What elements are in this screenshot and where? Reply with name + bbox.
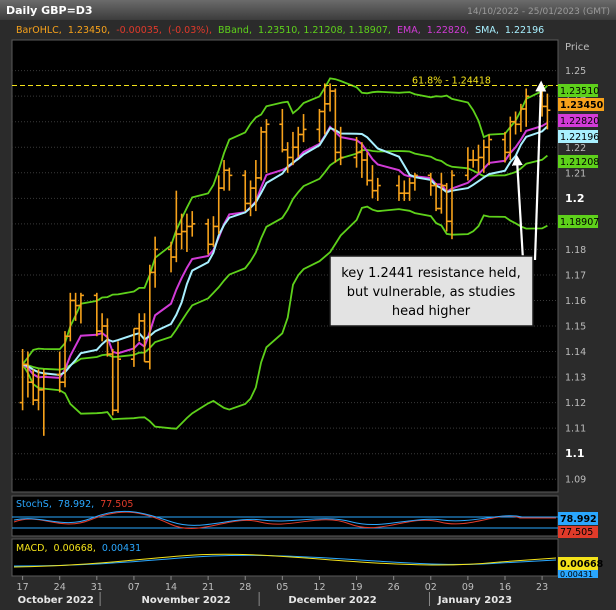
chart-title: Daily GBP=D3 — [6, 4, 93, 17]
x-tick-label: 24 — [54, 582, 66, 593]
tag-close: 1.23450 — [560, 100, 604, 111]
indicator-legend: BarOHLC, 1.23450, -0.00035, (-0.03%), BB… — [16, 25, 544, 36]
x-month-label: December 2022 — [288, 595, 376, 606]
fib-level-label: 61.8% - 1.24418 — [412, 76, 491, 87]
legend-bar-change: -0.00035, — [116, 25, 162, 36]
y-tick-label: 1.22 — [565, 143, 586, 154]
y-tick-label: 1.2 — [565, 192, 585, 205]
legend-bar-name: BarOHLC, — [16, 25, 62, 36]
y-tick-label: 1.17 — [565, 270, 586, 281]
y-tick-label: 1.25 — [565, 66, 586, 77]
x-tick-label: 23 — [536, 582, 548, 593]
x-month-label: October 2022 — [18, 595, 94, 606]
macd-legend-signal: 0.00431 — [102, 543, 141, 554]
y-tick-label: 1.14 — [565, 347, 586, 358]
y-tick-label: 1.21 — [565, 168, 586, 179]
x-month-label: January 2023 — [437, 595, 512, 606]
tag-macd-signal: 0.00431 — [560, 570, 593, 579]
tag-bband-mid: 1.21208 — [560, 157, 599, 168]
legend-bband-name: BBand, — [218, 25, 252, 36]
legend-sma-name: SMA, — [475, 25, 499, 36]
x-tick-label: 28 — [239, 582, 251, 593]
y-tick-label: 1.15 — [565, 322, 586, 333]
legend-ema-value: 1.22820, — [427, 25, 469, 36]
y-tick-label: 1.12 — [565, 398, 586, 409]
legend-ema-name: EMA, — [397, 25, 421, 36]
tag-bband-lower: 1.18907 — [560, 217, 599, 228]
legend-bar-close: 1.23450, — [68, 25, 110, 36]
tag-bband-upper: 1.23510 — [560, 86, 599, 97]
y-tick-label: 1.18 — [565, 245, 586, 256]
x-tick-label: 21 — [202, 582, 214, 593]
x-tick-label: 16 — [499, 582, 511, 593]
legend-bband-values: 1.23510, 1.21208, 1.18907, — [258, 25, 391, 36]
chart-window: Daily GBP=D3 14/10/2022 - 25/01/2023 (GM… — [0, 0, 616, 606]
chart-canvas: Daily GBP=D3 14/10/2022 - 25/01/2023 (GM… — [0, 0, 616, 606]
annotation-line-1: key 1.2441 resistance held, — [341, 266, 521, 281]
x-tick-label: 07 — [128, 582, 140, 593]
x-tick-label: 02 — [425, 582, 437, 593]
tag-macd: 0.00668 — [560, 559, 604, 570]
tag-sma: 1.22196 — [560, 132, 599, 143]
y-tick-label: 1.1 — [565, 447, 585, 460]
y-tick-label: 1.16 — [565, 296, 586, 307]
macd-legend-name: MACD, — [16, 543, 48, 554]
price-axis-title: Price — [565, 42, 589, 53]
x-tick-label: 05 — [276, 582, 288, 593]
x-month-label: November 2022 — [142, 595, 231, 606]
tag-stoch-k: 78.992 — [560, 514, 597, 525]
y-tick-label: 1.13 — [565, 373, 586, 384]
stoch-legend-d: 77.505 — [100, 499, 133, 510]
tag-stoch-d: 77.505 — [560, 527, 593, 538]
macd-legend: MACD, 0.00668, 0.00431 — [16, 543, 141, 554]
x-tick-label: 31 — [91, 582, 103, 593]
stoch-legend: StochS, 78.992, 77.505 — [16, 499, 133, 510]
legend-bar-pct: (-0.03%), — [168, 25, 212, 36]
macd-legend-value: 0.00668, — [54, 543, 96, 554]
stoch-legend-k: 78.992, — [58, 499, 94, 510]
x-tick-label: 17 — [17, 582, 29, 593]
legend-sma-value: 1.22196 — [505, 25, 544, 36]
date-range: 14/10/2022 - 25/01/2023 (GMT) — [467, 7, 610, 17]
y-tick-label: 1.09 — [565, 475, 586, 486]
stoch-legend-name: StochS, — [16, 499, 52, 510]
x-tick-label: 14 — [165, 582, 177, 593]
x-tick-label: 12 — [313, 582, 325, 593]
x-tick-label: 09 — [462, 582, 474, 593]
x-tick-label: 19 — [351, 582, 363, 593]
annotation-line-3: head higher — [392, 304, 471, 319]
annotation-line-2: but vulnerable, as studies — [347, 285, 516, 300]
y-tick-label: 1.11 — [565, 424, 586, 435]
tag-ema: 1.22820 — [560, 116, 599, 127]
x-tick-label: 26 — [388, 582, 400, 593]
